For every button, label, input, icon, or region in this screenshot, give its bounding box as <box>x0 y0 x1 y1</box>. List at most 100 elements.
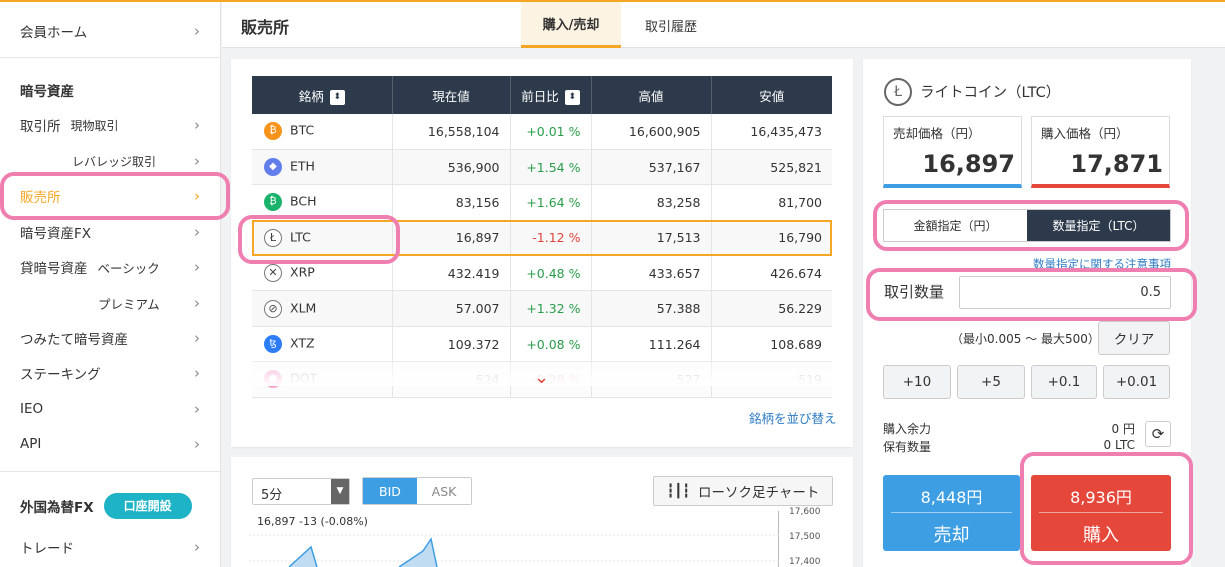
cell-high: 17,513 <box>591 220 712 257</box>
sidebar-item-home[interactable]: 会員ホーム › <box>0 20 220 42</box>
step-button-0-1[interactable]: +0.1 <box>1031 365 1097 399</box>
symbol-label: BTC <box>290 122 315 138</box>
stellar-icon: ⊘ <box>264 299 282 318</box>
symbol-label: ETH <box>290 158 315 174</box>
chevron-right-icon: › <box>194 329 200 347</box>
cell-price: 16,558,104 <box>392 114 511 150</box>
dropdown-arrow-icon: ▼ <box>331 479 349 504</box>
xrp-icon: ✕ <box>264 264 282 283</box>
sidebar-subitem-premium[interactable]: プレミアム › <box>0 292 220 314</box>
column-header-symbol[interactable]: 銘柄 ⬍ <box>252 76 393 114</box>
buy-price-value: 17,871 <box>1070 150 1163 178</box>
cell-high: 83,258 <box>591 184 712 221</box>
tab-buy-sell[interactable]: 購入/売却 <box>521 2 621 48</box>
cell-price: 536,900 <box>392 149 511 186</box>
sell-button[interactable]: 8,448円 売却 <box>883 475 1020 551</box>
sidebar-subitem-basic[interactable]: ベーシック <box>98 258 160 277</box>
tab-history[interactable]: 取引履歴 <box>621 2 721 48</box>
sidebar-item-label: 会員ホーム <box>20 25 88 41</box>
symbol-label: XTZ <box>290 335 315 351</box>
interval-select[interactable]: 5分 ▼ <box>252 478 350 505</box>
price-line <box>249 534 779 567</box>
divider <box>891 512 1012 513</box>
interval-value: 5分 <box>261 488 283 503</box>
cell-low: 108.689 <box>711 326 832 363</box>
cell-price: 16,897 <box>392 220 511 257</box>
ask-button[interactable]: ASK <box>417 478 471 504</box>
table-header-row: 銘柄 ⬍ 現在値 前日比 ⬍ 高値 安値 <box>252 76 832 114</box>
candlestick-chart-button[interactable]: ┇┃┇ ローソク足チャート <box>653 476 833 506</box>
sidebar-item-label: 取引所 <box>20 119 61 135</box>
sell-price-value: 16,897 <box>922 150 1015 178</box>
sidebar-item-label: レバレッジ取引 <box>72 154 157 169</box>
chevron-right-icon: › <box>194 116 200 134</box>
sidebar-item-tsumitate[interactable]: つみたて暗号資産 › <box>0 327 220 349</box>
cell-change: +1.64 % <box>510 184 592 221</box>
page-title: 販売所 <box>241 18 290 37</box>
refresh-icon[interactable]: ⟳ <box>1145 421 1171 447</box>
sidebar-item-fx-trade[interactable]: トレード › <box>0 536 220 558</box>
chevron-right-icon: › <box>194 152 200 170</box>
sell-price-box: 売却価格（円） 16,897 <box>883 116 1022 188</box>
sidebar-item-label: IEO <box>20 401 44 417</box>
cell-high: 57.388 <box>591 290 712 327</box>
highlight-annotation <box>0 172 230 220</box>
table-row[interactable]: ₿ BTC 16,558,104 +0.01 % 16,600,905 16,435,47… <box>252 114 832 150</box>
table-row[interactable]: ◆ ETH 536,900 +1.54 % 537,167 525,821 <box>252 149 832 186</box>
column-header-price: 現在値 <box>392 76 511 114</box>
sidebar-item-crypto-fx[interactable]: 暗号資産FX › <box>0 221 220 243</box>
y-tick: 17,600 <box>789 507 821 517</box>
step-button-10[interactable]: +10 <box>883 365 951 399</box>
sidebar-item-trade[interactable]: 取引所 現物取引 › <box>0 114 220 136</box>
sell-label: 売却 <box>933 525 970 546</box>
bitcoin-icon: ₿ <box>264 122 282 141</box>
sidebar-subitem-spot[interactable]: 現物取引 <box>71 117 119 134</box>
sidebar-item-ieo[interactable]: IEO › <box>0 398 220 420</box>
sidebar-item-label: つみたて暗号資産 <box>20 332 128 348</box>
sort-icon[interactable]: ⬍ <box>329 89 345 105</box>
clear-button[interactable]: クリア <box>1098 321 1170 355</box>
sidebar-subitem-leverage[interactable]: レバレッジ取引 › <box>0 150 220 172</box>
column-header-change[interactable]: 前日比 ⬍ <box>510 76 592 114</box>
bid-button[interactable]: BID <box>363 478 417 504</box>
open-account-button[interactable]: 口座開設 <box>103 493 192 519</box>
candlestick-label: ローソク足チャート <box>698 485 820 501</box>
cell-low: 56.229 <box>711 290 832 327</box>
chevron-right-icon: › <box>194 435 200 453</box>
coin-name: ライトコイン（LTC） <box>920 85 1061 101</box>
sidebar-item-lending[interactable]: 貸暗号資産 ベーシック › <box>0 256 220 278</box>
table-row[interactable]: ⊘ XLM 57.007 +1.32 % 57.388 56.229 <box>252 290 832 327</box>
chevron-right-icon: › <box>194 22 200 40</box>
cell-high: 111.264 <box>591 326 712 363</box>
table-row[interactable]: ꜩ XTZ 109.372 +0.08 % 111.264 108.689 <box>252 326 832 363</box>
symbol-label: XRP <box>290 264 315 280</box>
sidebar-item-api[interactable]: API › <box>0 433 220 455</box>
step-button-0-01[interactable]: +0.01 <box>1103 365 1170 399</box>
buy-price-box: 購入価格（円） 17,871 <box>1031 116 1170 188</box>
sidebar: 会員ホーム › 暗号資産 取引所 現物取引 › レバレッジ取引 › 販売所 › … <box>0 2 221 567</box>
cell-change: -1.12 % <box>510 220 592 257</box>
divider <box>0 57 220 58</box>
sell-amount: 8,448円 <box>920 488 983 507</box>
cell-high: 537,167 <box>591 149 712 186</box>
litecoin-icon: Ł <box>884 78 912 106</box>
tezos-icon: ꜩ <box>264 335 282 354</box>
sidebar-heading-label: 外国為替FX <box>20 500 94 516</box>
sidebar-item-label: API <box>20 436 42 452</box>
cell-change: +0.48 % <box>510 255 592 292</box>
step-button-5[interactable]: +5 <box>957 365 1025 399</box>
sort-icon[interactable]: ⬍ <box>564 89 580 105</box>
cell-high: 433.657 <box>591 255 712 292</box>
cell-low: 426.674 <box>711 255 832 292</box>
sidebar-item-staking[interactable]: ステーキング › <box>0 362 220 384</box>
sidebar-item-label: トレード <box>20 541 74 557</box>
chevron-down-icon[interactable]: ⌄ <box>534 369 549 387</box>
cell-low: 16,790 <box>711 220 832 257</box>
column-header-low: 安値 <box>711 76 832 114</box>
reorder-link[interactable]: 銘柄を並び替え <box>749 408 837 427</box>
cell-symbol: ⊘ XLM <box>252 290 393 327</box>
chevron-right-icon: › <box>194 294 200 312</box>
highlight-annotation <box>866 268 1197 321</box>
sidebar-item-label: ステーキング <box>20 367 101 383</box>
sidebar-item-label: 暗号資産FX <box>20 226 92 242</box>
